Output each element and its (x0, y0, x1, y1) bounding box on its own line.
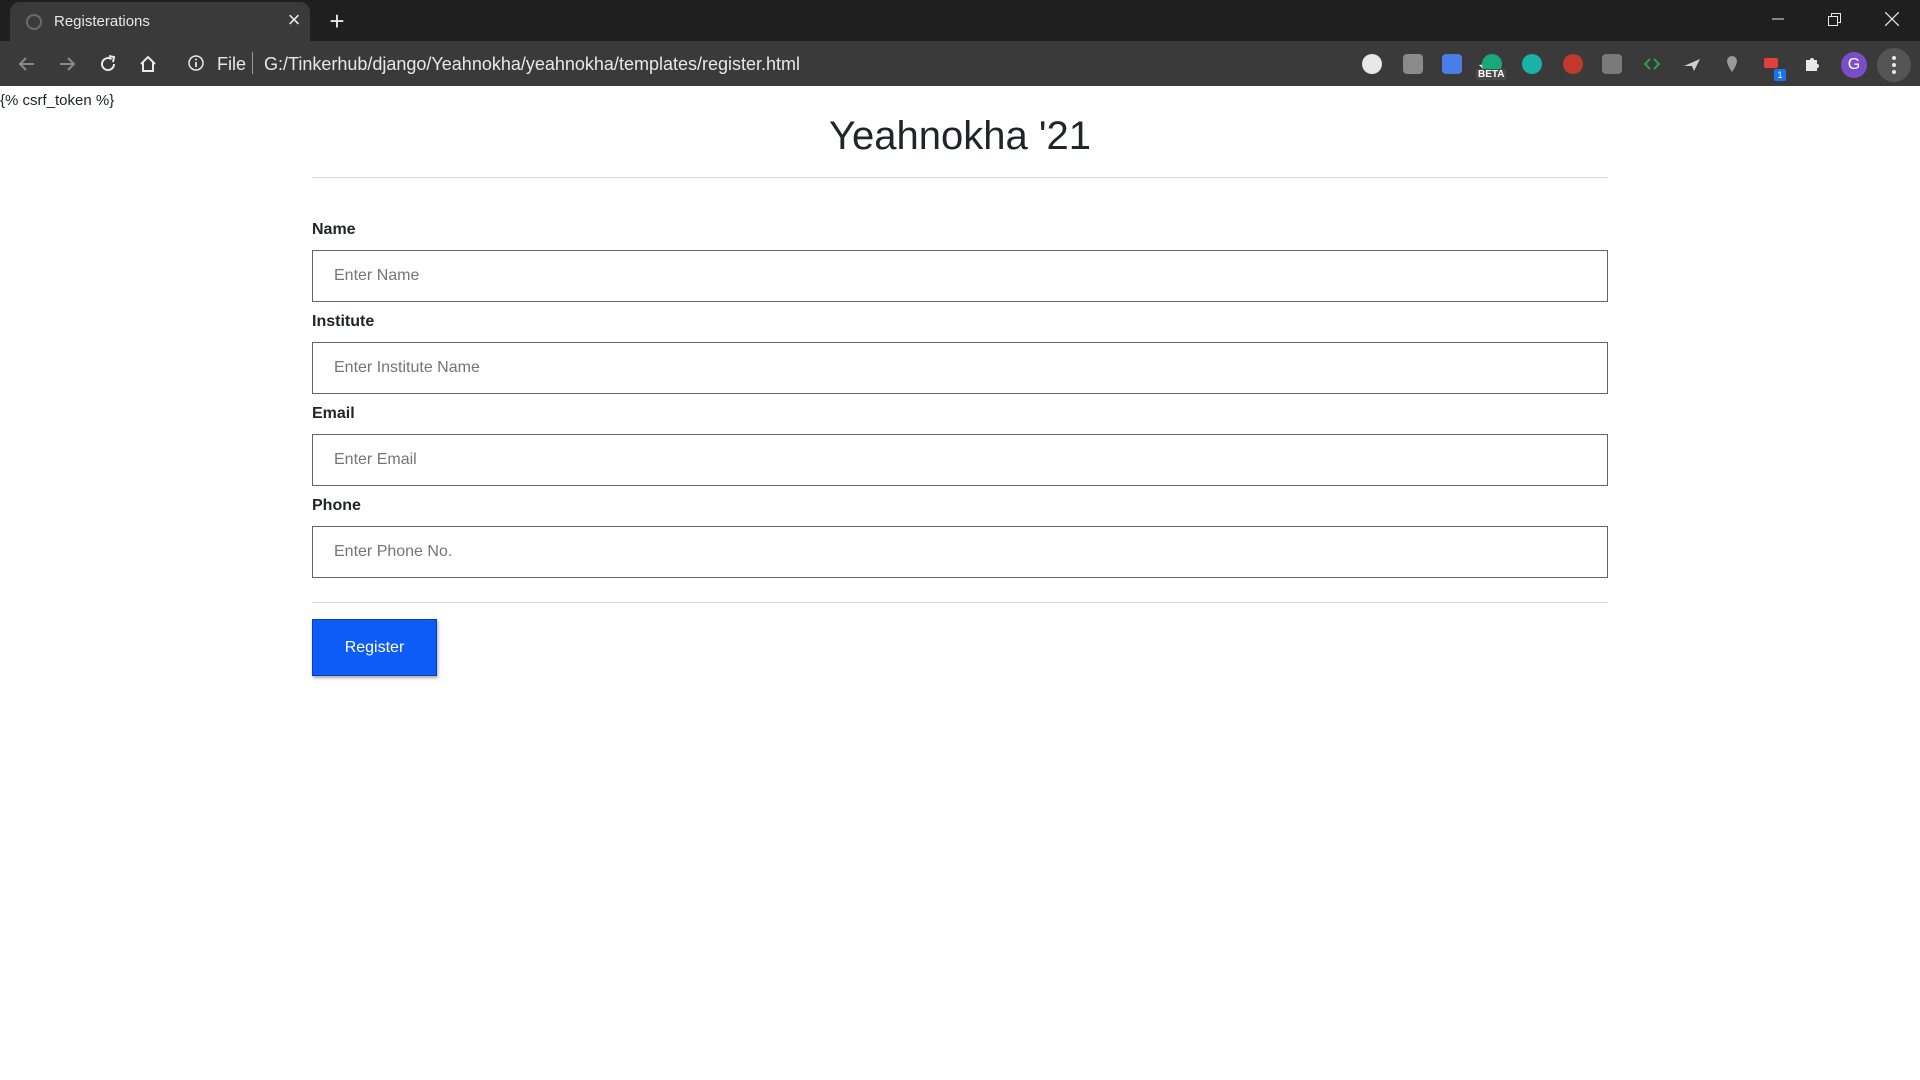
beta-badge: BETA (1476, 69, 1507, 80)
csrf-token-text: {% csrf_token %} (0, 92, 115, 109)
home-icon (140, 55, 156, 72)
reload-icon (101, 55, 116, 72)
map-pin-extension-icon[interactable] (1722, 54, 1742, 74)
arrow-left-icon (18, 57, 34, 71)
extension-icon[interactable] (1403, 54, 1423, 74)
map-pin-icon (1727, 56, 1737, 72)
browser-menu-button[interactable] (1877, 48, 1911, 82)
name-label: Name (312, 221, 356, 238)
page-content: {% csrf_token %} Yeahnokha '21 Name Inst… (0, 86, 1920, 1080)
browser-tab[interactable]: Registerations × (10, 2, 310, 41)
institute-input[interactable] (312, 342, 1608, 394)
address-separator (252, 52, 253, 74)
restore-icon (1827, 12, 1841, 26)
code-icon (1643, 58, 1661, 70)
close-icon (1885, 12, 1899, 26)
email-input[interactable] (312, 434, 1608, 486)
info-icon[interactable] (188, 55, 204, 71)
url-text[interactable]: G:/Tinkerhub/django/Yeahnokha/yeahnokha/… (264, 54, 800, 75)
reload-button[interactable] (93, 49, 123, 79)
home-button[interactable] (133, 49, 163, 79)
back-button[interactable] (12, 49, 42, 79)
page-title: Yeahnokha '21 (829, 114, 1091, 158)
close-window-button[interactable] (1864, 0, 1920, 38)
form-divider (312, 602, 1608, 603)
institute-label: Institute (312, 313, 375, 330)
phone-input[interactable] (312, 526, 1608, 578)
address-bar[interactable]: File G:/Tinkerhub/django/Yeahnokha/yeahn… (172, 46, 1499, 80)
tab-title: Registerations (54, 13, 150, 30)
arrow-right-icon (60, 57, 76, 71)
scheme-label: File (217, 54, 247, 74)
puzzle-icon (1806, 58, 1819, 71)
kebab-menu-icon (1892, 56, 1896, 74)
profile-avatar[interactable]: G (1841, 52, 1867, 78)
code-extension-icon[interactable] (1642, 54, 1662, 74)
minimize-window-button[interactable] (1750, 0, 1806, 38)
forward-button[interactable] (52, 49, 82, 79)
paper-plane-icon (1684, 59, 1700, 71)
restore-window-button[interactable] (1806, 0, 1862, 38)
loading-favicon-icon (26, 14, 42, 30)
register-button[interactable]: Register (312, 619, 437, 676)
close-tab-icon[interactable]: × (282, 8, 306, 32)
m-extension-icon[interactable] (1522, 54, 1542, 74)
email-label: Email (312, 405, 355, 422)
gray-extension-icon[interactable] (1602, 54, 1622, 74)
tab-strip: Registerations × + (0, 0, 1920, 41)
notification-count-badge: 1 (1774, 69, 1786, 81)
speed-dial-extension-icon[interactable] (1362, 54, 1382, 74)
name-input[interactable] (312, 250, 1608, 302)
new-tab-button[interactable]: + (322, 6, 352, 36)
phone-label: Phone (312, 497, 361, 514)
title-divider (312, 177, 1608, 178)
red-extension-icon[interactable] (1563, 54, 1583, 74)
translate-extension-icon[interactable] (1442, 54, 1462, 74)
extensions-puzzle-button[interactable] (1802, 54, 1822, 74)
browser-toolbar: File G:/Tinkerhub/django/Yeahnokha/yeahn… (0, 41, 1920, 86)
minimize-icon (1772, 18, 1784, 20)
paper-plane-extension-icon[interactable] (1682, 54, 1702, 74)
